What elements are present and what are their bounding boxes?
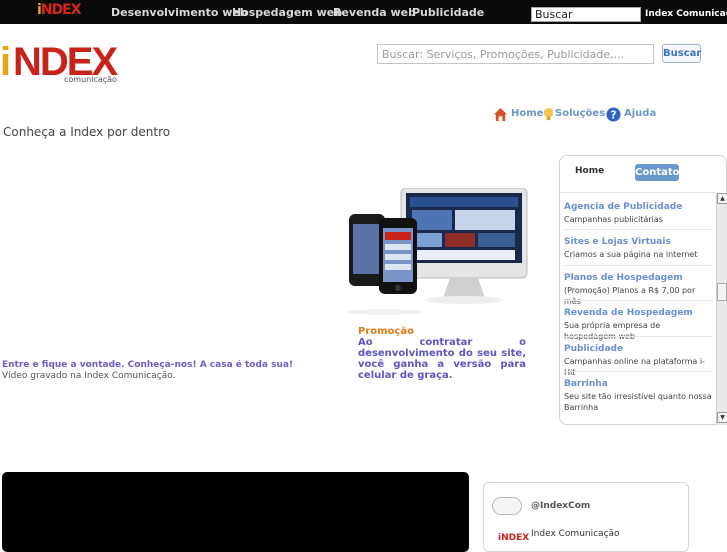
- list-item[interactable]: Publicidade Campanhas online na platafor…: [564, 344, 712, 378]
- item-desc: Sua própria empresa de hospedagem web: [564, 321, 661, 341]
- home-icon: [493, 107, 508, 122]
- item-desc: Campanhas online na plataforma i-Hit: [564, 357, 705, 377]
- top-brand-link[interactable]: Index Comunicação: [645, 9, 727, 19]
- services-panel: Home Contato Agencia de Publicidade Camp…: [559, 155, 727, 425]
- item-title[interactable]: Sites e Lojas Virtuais: [564, 237, 712, 247]
- promo-text[interactable]: Ao contratar o desenvolvimento do seu si…: [358, 337, 526, 381]
- tab-home[interactable]: Home: [575, 166, 604, 176]
- logo-subtitle: comunicação: [64, 75, 117, 84]
- nav-desenvolvimento-web[interactable]: Desenvolvimento web: [111, 6, 248, 19]
- video-player[interactable]: [2, 472, 469, 552]
- promo-devices-image[interactable]: [345, 188, 540, 316]
- nav-publicidade[interactable]: Publicidade: [412, 6, 484, 19]
- help-icon: ?: [606, 107, 621, 122]
- video-caption-title: Entre e fique a vontade. Conheça-nos! A …: [2, 360, 294, 370]
- main-search-button[interactable]: Buscar: [662, 44, 701, 63]
- twitter-name[interactable]: Index Comunicação: [531, 529, 620, 539]
- list-item[interactable]: Barrinha Seu site tão irresistível quant…: [564, 379, 712, 413]
- twitter-handle[interactable]: @IndexCom: [531, 501, 590, 511]
- lightbulb-icon: [543, 107, 554, 121]
- divider: [564, 229, 712, 230]
- speech-bubble-icon: [492, 497, 522, 515]
- nav-hospedagem-web[interactable]: Hospedagem web: [232, 6, 342, 19]
- intro-heading: Conheça a Index por dentro: [3, 125, 171, 139]
- item-desc: Campanhas publicitárias: [564, 215, 663, 224]
- main-search-input[interactable]: Buscar: Serviços, Promoções, Publicidade…: [377, 44, 654, 64]
- list-item[interactable]: Agencia de Publicidade Campanhas publici…: [564, 202, 712, 225]
- item-desc: Criamos a sua página na internet: [564, 250, 698, 259]
- twitter-widget: @IndexCom iNDEX Index Comunicação: [483, 482, 689, 552]
- scroll-up-arrow[interactable]: ▲: [717, 193, 727, 204]
- video-caption-subtitle: Vídeo gravado na Index Comunicação.: [2, 371, 176, 381]
- top-search-input[interactable]: Buscar: [531, 7, 641, 22]
- services-list: Agencia de Publicidade Campanhas publici…: [560, 192, 716, 424]
- item-title[interactable]: Agencia de Publicidade: [564, 202, 712, 212]
- twitter-avatar[interactable]: iNDEX: [498, 533, 529, 543]
- item-desc: Seu site tão irresistível quanto nossa B…: [564, 392, 712, 412]
- panel-scrollbar[interactable]: ▲ ▼: [716, 193, 727, 425]
- item-desc: (Promoção) Planos a R$ 7,00 por mês: [564, 286, 696, 306]
- item-title[interactable]: Publicidade: [564, 344, 712, 354]
- item-title[interactable]: Planos de Hospedagem: [564, 273, 712, 283]
- site-logo[interactable]: i NDEX comunicação: [0, 40, 130, 86]
- item-title[interactable]: Barrinha: [564, 379, 712, 389]
- list-item[interactable]: Planos de Hospedagem (Promoção) Planos a…: [564, 273, 712, 307]
- svg-text:?: ?: [611, 109, 617, 121]
- scroll-thumb[interactable]: [717, 283, 727, 301]
- scroll-down-arrow[interactable]: ▼: [717, 412, 727, 423]
- top-logo-ndex: NDEX: [40, 2, 82, 18]
- link-solucoes[interactable]: Soluções: [555, 108, 605, 119]
- nav-revenda-web[interactable]: Revenda web: [333, 6, 416, 19]
- divider: [564, 336, 712, 337]
- promo-title: Promoção: [358, 326, 414, 337]
- divider: [564, 371, 712, 372]
- top-navigation-bar: iNDEX Desenvolvimento web Hospedagem web…: [0, 0, 727, 24]
- tab-contato[interactable]: Contato: [635, 164, 680, 181]
- item-title[interactable]: Revenda de Hospedagem: [564, 308, 712, 318]
- divider: [564, 300, 712, 301]
- link-home[interactable]: Home: [511, 108, 543, 119]
- logo-i: i: [0, 40, 12, 84]
- top-logo[interactable]: iNDEX: [37, 2, 87, 20]
- list-item[interactable]: Sites e Lojas Virtuais Criamos a sua pág…: [564, 237, 712, 260]
- link-ajuda[interactable]: Ajuda: [624, 108, 656, 119]
- divider: [564, 265, 712, 266]
